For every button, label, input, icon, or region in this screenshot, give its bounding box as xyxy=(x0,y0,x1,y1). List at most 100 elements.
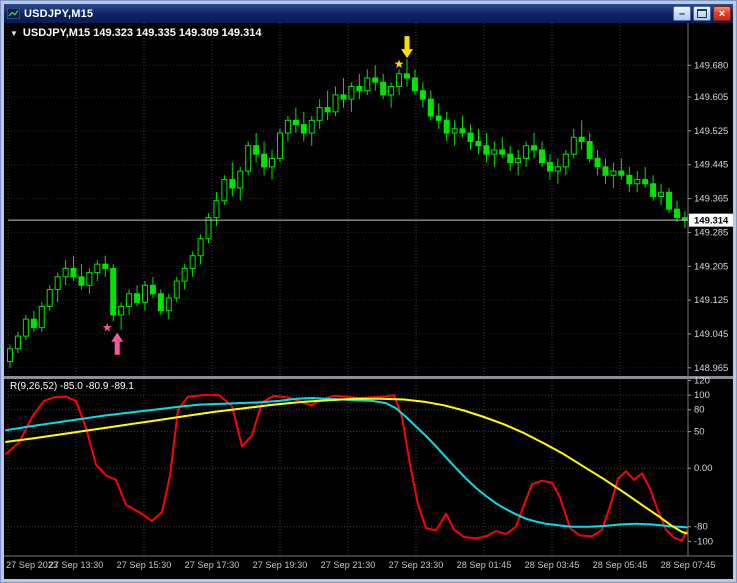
candle xyxy=(165,297,172,312)
candle xyxy=(276,132,283,159)
chart-window-icon xyxy=(7,8,20,19)
candle xyxy=(38,305,45,329)
candle xyxy=(459,128,466,134)
close-button[interactable]: × xyxy=(713,6,731,21)
candle xyxy=(229,179,236,189)
candle xyxy=(475,140,482,147)
candle xyxy=(245,145,252,172)
candle xyxy=(78,276,85,286)
candle xyxy=(578,136,585,142)
candle xyxy=(404,73,410,79)
candle xyxy=(213,200,220,219)
price-axis-label: 149.525 xyxy=(694,126,728,137)
candle xyxy=(300,124,307,134)
candle xyxy=(538,149,545,164)
candle xyxy=(7,348,13,362)
candle xyxy=(189,255,196,269)
indicator-axis-label: 50 xyxy=(694,427,705,438)
candle xyxy=(372,77,379,83)
candle xyxy=(340,94,347,100)
minimize-button[interactable]: – xyxy=(673,6,691,21)
indicator-axis-label: 120 xyxy=(694,375,710,386)
candle xyxy=(554,166,561,172)
candle xyxy=(22,318,29,337)
title-bar[interactable]: USDJPY,M15 – × xyxy=(4,4,733,23)
pane-divider[interactable] xyxy=(4,376,733,379)
candle xyxy=(634,179,641,185)
candle xyxy=(157,293,164,312)
candle xyxy=(658,191,665,197)
candle xyxy=(642,179,649,185)
price-axis-label: 149.045 xyxy=(694,329,728,340)
candle xyxy=(570,136,577,155)
candle xyxy=(483,145,490,155)
candle xyxy=(126,293,133,307)
candle xyxy=(356,85,363,92)
candle xyxy=(308,119,315,134)
candle xyxy=(181,267,188,282)
symbol-dropdown-icon[interactable]: ▼ xyxy=(10,28,18,39)
candle xyxy=(427,98,434,117)
price-axis-label: 149.680 xyxy=(694,60,728,71)
candle xyxy=(316,107,323,121)
candle xyxy=(364,77,371,92)
candle xyxy=(173,280,180,299)
candle xyxy=(586,140,593,159)
candle xyxy=(380,81,387,96)
chart-ohlc-readout: USDJPY,M15 149.323 149.335 149.309 149.3… xyxy=(22,27,262,39)
candle xyxy=(531,145,538,151)
candle xyxy=(261,153,268,168)
candle xyxy=(110,267,117,316)
candle xyxy=(197,238,204,257)
candle xyxy=(491,149,498,155)
candle xyxy=(594,157,601,168)
price-axis-label: 149.205 xyxy=(694,261,728,272)
chart-canvas[interactable]: ★ ★ 149.680 149.605 149.525 149.445 149.365 149… xyxy=(4,23,733,579)
candle xyxy=(562,153,569,168)
candle xyxy=(86,272,93,286)
time-axis-label: 28 Sep 07:45 xyxy=(661,560,716,570)
time-axis-label: 27 Sep 15:30 xyxy=(117,560,172,570)
candle xyxy=(118,305,125,316)
candle xyxy=(443,119,450,134)
candle xyxy=(650,183,657,197)
candle xyxy=(610,170,617,176)
candle xyxy=(237,170,244,189)
candle xyxy=(102,263,109,269)
candle xyxy=(507,153,514,164)
window-title: USDJPY,M15 xyxy=(24,7,94,20)
maximize-button[interactable] xyxy=(693,6,711,21)
candle xyxy=(292,119,299,126)
time-axis-label: 27 Sep 19:30 xyxy=(253,560,308,570)
sell-star-marker: ★ xyxy=(394,57,405,71)
candle xyxy=(348,85,355,100)
candle xyxy=(523,145,530,159)
time-axis-label: 28 Sep 03:45 xyxy=(525,560,580,570)
current-price-label: 149.314 xyxy=(694,216,729,227)
window-controls: – × xyxy=(673,6,733,21)
candle xyxy=(546,162,553,172)
candle xyxy=(205,217,212,240)
candle xyxy=(388,85,395,96)
candle xyxy=(94,263,101,274)
candle xyxy=(221,179,228,202)
candle xyxy=(618,170,625,176)
chart-area: ★ ★ 149.680 149.605 149.525 149.445 149.365 149… xyxy=(4,23,733,579)
price-axis-label: 149.605 xyxy=(694,92,728,103)
candle xyxy=(602,166,609,176)
time-axis-label: 28 Sep 01:45 xyxy=(457,560,512,570)
price-axis-label: 149.365 xyxy=(694,194,728,205)
candle xyxy=(419,90,426,100)
maximize-icon xyxy=(697,9,707,18)
indicator-axis-label: -100 xyxy=(694,536,713,547)
candle xyxy=(134,293,141,303)
indicator-axis-label: 80 xyxy=(694,405,705,416)
time-axis-label: 27 Sep 21:30 xyxy=(321,560,376,570)
candle xyxy=(467,132,474,142)
price-axis-label: 149.445 xyxy=(694,160,728,171)
candle xyxy=(451,128,458,134)
candle xyxy=(62,267,69,278)
price-axis-label: 149.125 xyxy=(694,295,728,306)
metatrader-chart-window: { "window": { "title": "USDJPY,M15", "co… xyxy=(0,0,737,583)
candle xyxy=(284,119,291,134)
